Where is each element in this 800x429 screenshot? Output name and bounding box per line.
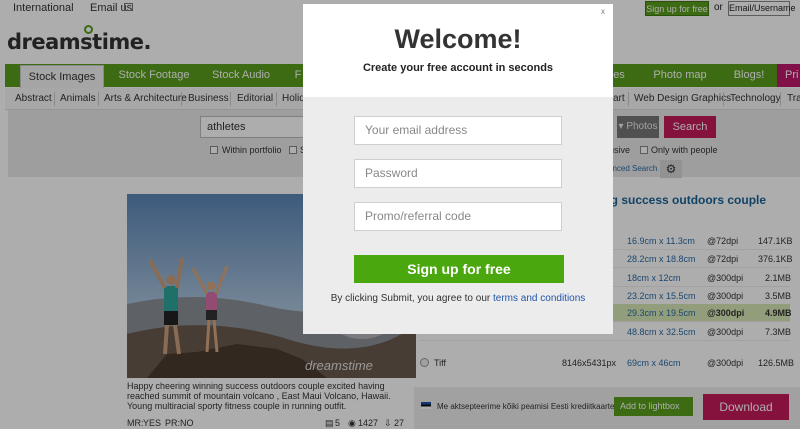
promo-code-field[interactable]: Promo/referral code — [354, 202, 562, 231]
signup-button[interactable]: Sign up for free — [354, 255, 564, 283]
terms-prefix: By clicking Submit, you agree to our — [330, 293, 494, 304]
modal-subtitle: Create your free account in seconds — [362, 62, 554, 74]
terms-link[interactable]: terms and conditions — [493, 293, 585, 304]
password-field[interactable]: Password — [354, 159, 562, 188]
terms-text: By clicking Submit, you agree to our ter… — [303, 293, 613, 304]
close-icon[interactable]: x — [599, 8, 607, 16]
email-field[interactable]: Your email address — [354, 116, 562, 145]
modal-title: Welcome! — [394, 24, 522, 54]
